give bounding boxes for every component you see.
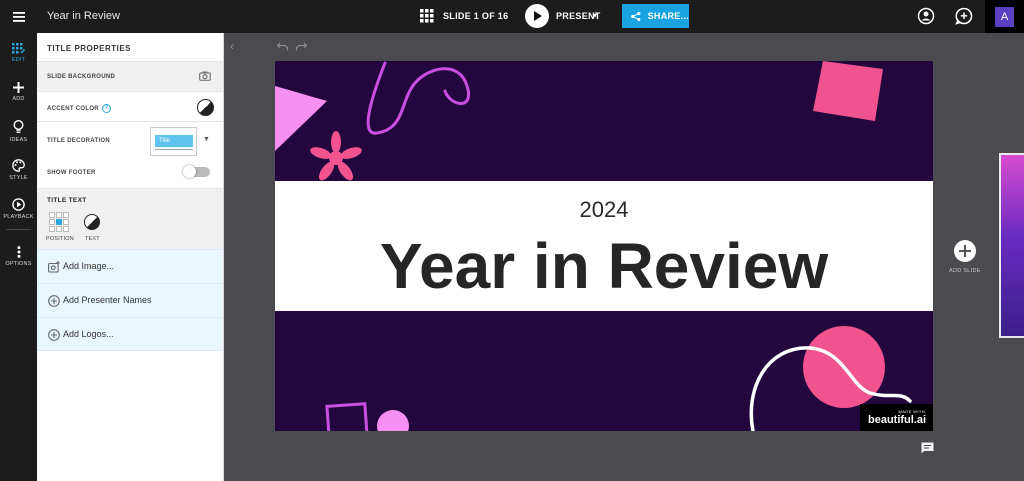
collapse-panel-chevron-icon[interactable]: ‹ <box>230 41 234 53</box>
share-icon <box>631 11 641 21</box>
title-decoration-row: TITLE DECORATION Title ▼ <box>37 121 223 159</box>
slide-canvas[interactable]: 2024 Year in Review MADE WITH beautiful.… <box>275 61 933 431</box>
next-slide-thumbnail[interactable] <box>999 153 1024 338</box>
add-image-button[interactable]: Add Image... <box>37 249 223 283</box>
slide-counter[interactable]: SLIDE 1 OF 16 <box>443 11 508 21</box>
squiggle-line-shape <box>366 61 471 135</box>
camera-icon[interactable] <box>199 71 211 81</box>
rail-item-options[interactable]: OPTIONS <box>0 238 37 274</box>
slide-subtitle-year[interactable]: 2024 <box>275 197 933 223</box>
rail-item-playback[interactable]: PLAYBACK <box>0 191 37 227</box>
title-text-section: TITLE TEXT POSITION TEXT <box>37 188 223 249</box>
title-decoration-preview: Title <box>155 135 193 150</box>
rail-label-add: ADD <box>12 96 25 102</box>
accent-color-row: ACCENT COLOR? <box>37 91 223 121</box>
rail-label-playback: PLAYBACK <box>3 214 34 220</box>
share-label: SHARE... <box>647 11 689 21</box>
rail-item-ideas[interactable]: IDEAS <box>0 113 37 149</box>
add-slide-button[interactable] <box>954 240 976 262</box>
avatar-container: A <box>985 0 1024 33</box>
hamburger-menu-icon[interactable] <box>0 0 37 33</box>
vertical-dots-icon <box>17 245 20 258</box>
accent-color-label: ACCENT COLOR? <box>47 104 111 113</box>
avatar[interactable]: A <box>995 6 1014 27</box>
present-play-button[interactable] <box>525 4 549 28</box>
add-circle-icon <box>48 295 60 307</box>
edit-grid-icon <box>12 43 25 54</box>
rail-label-ideas: IDEAS <box>9 136 28 143</box>
add-comment-icon[interactable] <box>955 7 973 25</box>
title-properties-panel: TITLE PROPERTIES SLIDE BACKGROUND ACCENT… <box>37 33 224 481</box>
rail-label-style: STYLE <box>9 175 28 181</box>
share-button[interactable]: SHARE... <box>622 4 689 28</box>
user-account-icon[interactable] <box>917 7 935 25</box>
add-image-label: Add Image... <box>63 261 115 271</box>
pink-dot-shape <box>377 410 409 431</box>
top-bar: Year in Review SLIDE 1 OF 16 PRESENT ▾ S… <box>0 0 1024 33</box>
plus-icon <box>13 82 24 93</box>
rail-item-edit[interactable]: EDIT <box>0 35 37 71</box>
show-footer-toggle[interactable] <box>183 165 210 178</box>
play-icon <box>534 11 542 21</box>
left-rail: EDIT ADD IDEAS STYLE PLAYBACK OPTIONS <box>0 33 37 481</box>
rail-label-edit: EDIT <box>11 57 26 63</box>
pink-asterisk-shape <box>310 131 362 181</box>
add-circle-icon <box>48 329 60 341</box>
add-image-icon <box>48 261 60 273</box>
position-label: POSITION <box>46 236 74 242</box>
text-color-swatch[interactable] <box>84 214 100 230</box>
rail-item-style[interactable]: STYLE <box>0 152 37 188</box>
title-decoration-label: TITLE DECORATION <box>47 138 111 144</box>
add-slide-label: ADD SLIDE <box>949 268 981 274</box>
rail-divider <box>6 229 31 230</box>
undo-icon[interactable] <box>277 42 288 51</box>
show-footer-label: SHOW FOOTER <box>47 170 96 176</box>
add-presenter-names-button[interactable]: Add Presenter Names <box>37 283 223 317</box>
slide-title[interactable]: Year in Review <box>275 229 933 303</box>
slide-background-row[interactable]: SLIDE BACKGROUND <box>37 61 223 91</box>
pink-triangle-shape <box>275 86 327 151</box>
made-with-badge: MADE WITH beautiful.ai <box>860 404 933 431</box>
redo-icon[interactable] <box>296 42 307 51</box>
slide-grid-icon[interactable] <box>420 9 434 23</box>
lightbulb-icon <box>13 119 24 133</box>
title-text-label: TITLE TEXT <box>47 197 87 204</box>
panel-title: TITLE PROPERTIES <box>47 44 132 53</box>
title-band: 2024 Year in Review <box>275 181 933 311</box>
title-decoration-select[interactable]: Title <box>150 127 197 156</box>
purple-outline-square-shape <box>325 402 369 431</box>
play-circle-icon <box>12 198 25 211</box>
accent-color-swatch[interactable] <box>197 99 214 116</box>
show-footer-row: SHOW FOOTER <box>37 159 223 189</box>
palette-icon <box>12 159 25 172</box>
rail-label-options: OPTIONS <box>5 260 32 267</box>
add-presenter-names-label: Add Presenter Names <box>63 295 152 305</box>
position-grid[interactable] <box>49 212 69 232</box>
brand-logo: beautiful.ai <box>868 414 927 426</box>
present-caret-icon[interactable]: ▾ <box>593 11 597 20</box>
speaker-notes-icon[interactable] <box>921 442 934 454</box>
chevron-down-icon[interactable]: ▼ <box>203 136 210 143</box>
slide-background-label: SLIDE BACKGROUND <box>47 74 116 80</box>
add-logos-label: Add Logos... <box>63 329 114 339</box>
help-icon[interactable]: ? <box>101 104 111 113</box>
add-logos-button[interactable]: Add Logos... <box>37 317 223 351</box>
pink-square-shape <box>813 61 883 121</box>
document-title[interactable]: Year in Review <box>47 10 120 22</box>
text-label: TEXT <box>85 236 100 242</box>
rail-item-add[interactable]: ADD <box>0 74 37 110</box>
